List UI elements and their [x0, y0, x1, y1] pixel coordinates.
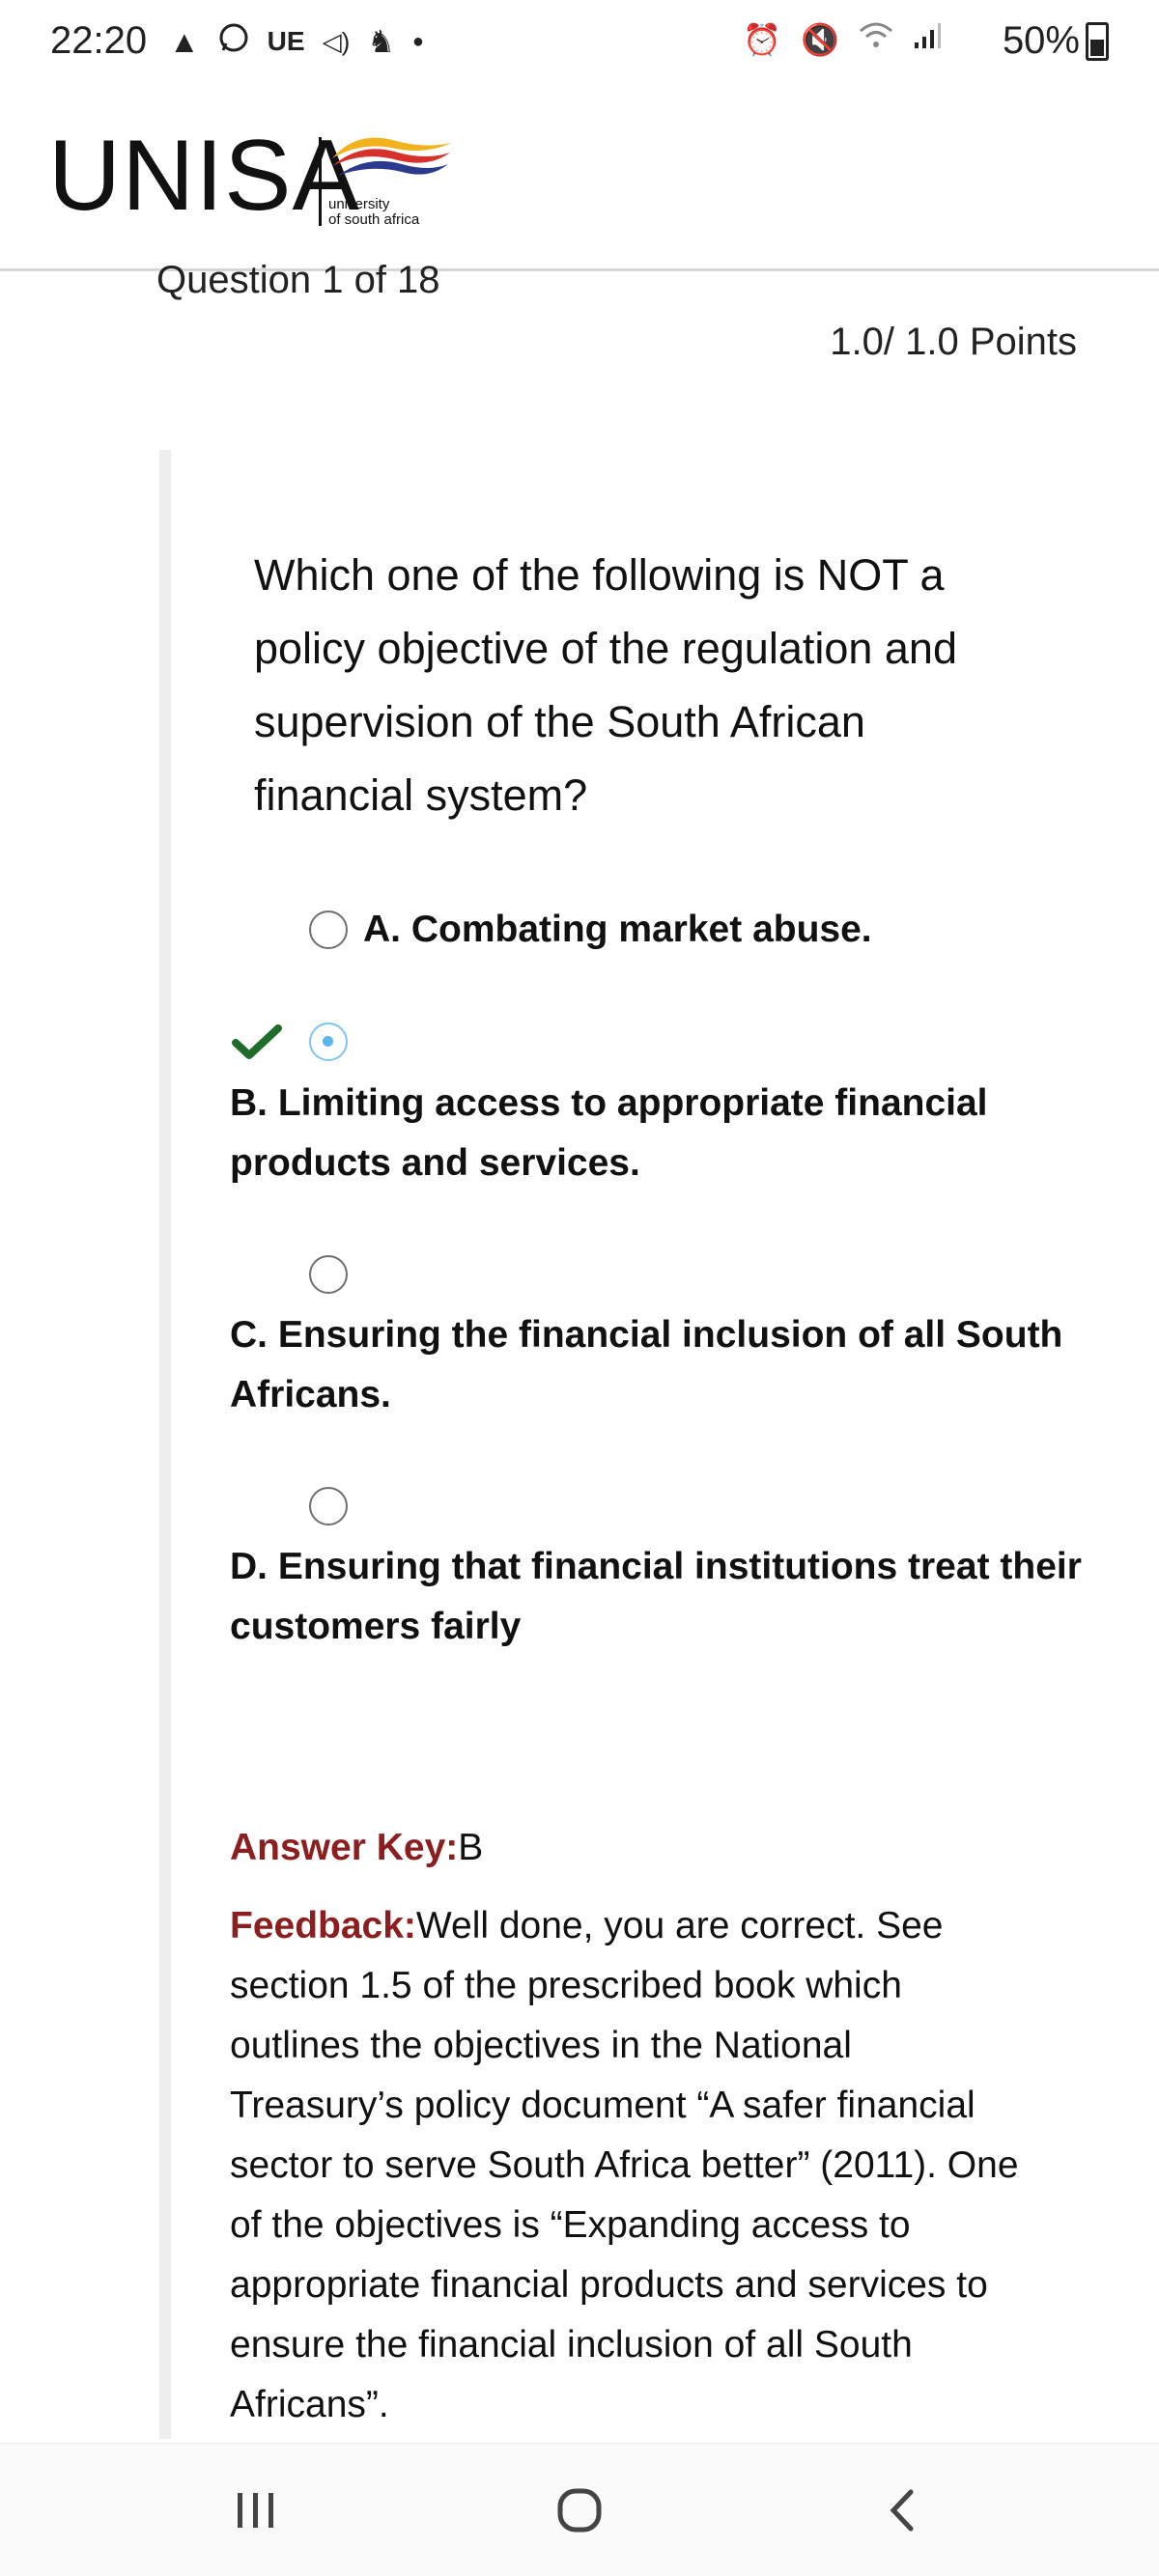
feedback-text: Well done, you are correct. See section …: [230, 1905, 1019, 2425]
ninja-icon: ♞: [367, 24, 395, 59]
option-b-label[interactable]: B. Limiting access to appropriate financ…: [230, 1074, 1099, 1193]
unisa-flag-icon: [332, 137, 452, 176]
feedback-label: Feedback:: [230, 1905, 416, 1946]
signal-icon: [913, 21, 942, 58]
option-d-label[interactable]: D. Ensuring that financial institutions …: [230, 1537, 1099, 1657]
wifi-icon: [859, 21, 893, 58]
logo-tagline: university of south africa: [328, 197, 419, 228]
whatsapp-icon: [217, 21, 250, 62]
status-time: 22:20: [50, 19, 148, 62]
option-c-label[interactable]: C. Ensuring the financial inclusion of a…: [230, 1305, 1099, 1425]
dot-icon: ●: [411, 30, 425, 52]
logo-tagline-line1: university: [328, 196, 390, 212]
status-left-icons: ▲ UE ◁) ♞ ●: [169, 21, 424, 62]
logo-wordmark[interactable]: UNISA: [48, 126, 360, 226]
option-a-label[interactable]: A. Combating market abuse.: [363, 900, 1039, 960]
home-icon: [557, 2488, 602, 2532]
answer-key: Answer Key:B: [230, 1827, 483, 1869]
status-right-icons: ⏰ 🔇: [743, 21, 942, 58]
question-text: Which one of the following is NOT a poli…: [254, 550, 957, 820]
answer-key-value: B: [458, 1827, 484, 1868]
back-icon: [890, 2489, 914, 2531]
radio-option-d[interactable]: [309, 1487, 348, 1526]
radio-option-c[interactable]: [309, 1255, 348, 1294]
answer-key-label: Answer Key:: [230, 1827, 459, 1868]
question-points: 1.0/ 1.0 Points: [830, 321, 1077, 363]
logo-tagline-line2: of south africa: [328, 211, 420, 228]
status-bar: 22:20 ▲ UE ◁) ♞ ● ⏰ 🔇 50%: [0, 0, 1159, 87]
back-button[interactable]: [806, 2444, 1000, 2576]
warning-icon: ▲: [169, 23, 200, 59]
ue-badge: UE: [267, 26, 305, 56]
recent-apps-icon: [238, 2492, 273, 2528]
question-counter: Question 1 of 18: [156, 259, 440, 301]
radio-option-a[interactable]: [309, 910, 348, 949]
battery-indicator: 50%: [1003, 19, 1109, 63]
card-left-border: [159, 450, 171, 2439]
recent-apps-button[interactable]: [159, 2444, 353, 2576]
system-nav-bar: [0, 2443, 1159, 2576]
alarm-icon: ⏰: [743, 22, 782, 57]
cast-icon: ◁): [322, 26, 351, 56]
feedback: Feedback:Well done, you are correct. See…: [230, 1896, 1022, 2435]
battery-icon: [1086, 21, 1109, 61]
radio-option-b[interactable]: [309, 1022, 348, 1061]
mute-icon: 🔇: [801, 22, 839, 57]
battery-percent: 50%: [1002, 19, 1080, 62]
checkmark-icon: [232, 1024, 282, 1059]
logo-divider: [319, 137, 322, 226]
home-button[interactable]: [483, 2444, 676, 2576]
